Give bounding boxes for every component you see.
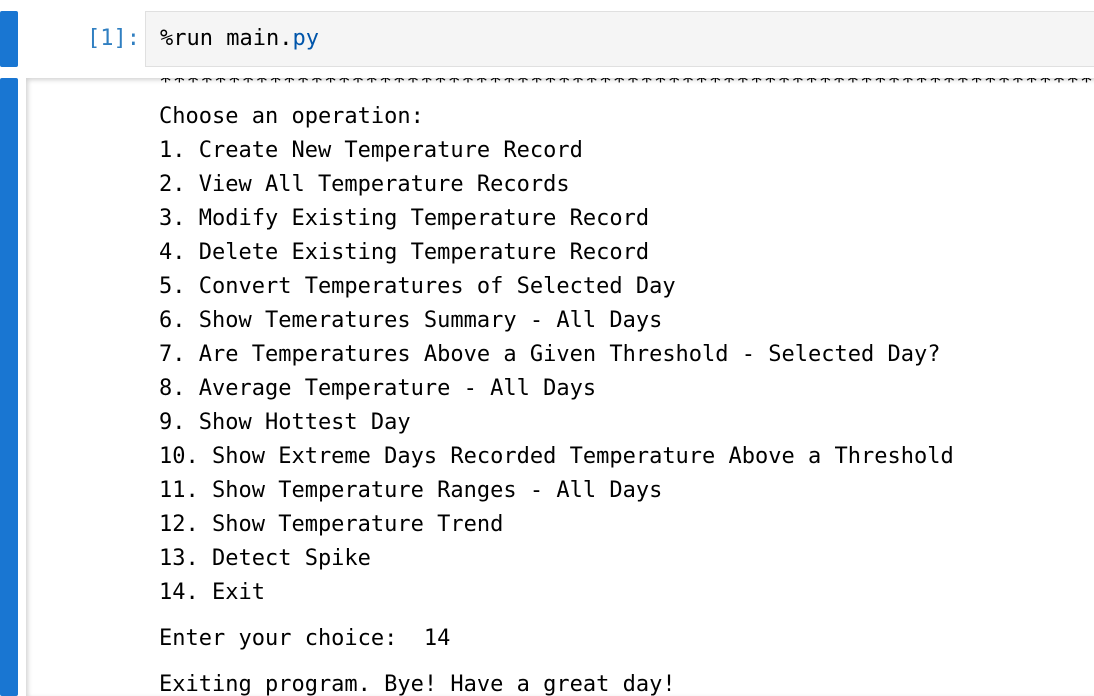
menu-list: 1. Create New Temperature Record 2. View … bbox=[159, 134, 954, 610]
code-line[interactable]: %run main.py bbox=[160, 25, 319, 53]
menu-item: 4. Delete Existing Temperature Record bbox=[159, 240, 650, 265]
menu-item: 8. Average Temperature - All Days bbox=[159, 376, 597, 401]
menu-item: 7. Are Temperatures Above a Given Thresh… bbox=[159, 342, 941, 367]
menu-item: 5. Convert Temperatures of Selected Day bbox=[159, 274, 676, 299]
output-collapse-bar[interactable] bbox=[0, 78, 18, 696]
menu-item: 6. Show Temeratures Summary - All Days bbox=[159, 308, 663, 333]
menu-heading: Choose an operation: bbox=[159, 104, 424, 129]
notebook-page: [1]: %run main.py **********************… bbox=[0, 0, 1094, 696]
menu-item: 12. Show Temperature Trend bbox=[159, 512, 504, 537]
menu-item: 10. Show Extreme Days Recorded Temperatu… bbox=[159, 444, 954, 469]
menu-item: 3. Modify Existing Temperature Record bbox=[159, 206, 650, 231]
active-cell-indicator[interactable] bbox=[0, 11, 18, 67]
exit-message: Exiting program. Bye! Have a great day! bbox=[159, 672, 676, 696]
separator-line: ****************************************… bbox=[159, 78, 1094, 95]
output-cell: ****************************************… bbox=[0, 78, 1094, 696]
code-extension: py bbox=[292, 26, 319, 51]
menu-item: 2. View All Temperature Records bbox=[159, 172, 570, 197]
menu-item: 14. Exit bbox=[159, 580, 265, 605]
code-editor[interactable]: %run main.py bbox=[145, 11, 1094, 67]
input-prompt: [1]: bbox=[87, 26, 140, 51]
menu-item: 1. Create New Temperature Record bbox=[159, 138, 583, 163]
menu-item: 9. Show Hottest Day bbox=[159, 410, 411, 435]
input-cell[interactable]: [1]: %run main.py bbox=[0, 11, 1094, 67]
output-area[interactable]: ****************************************… bbox=[26, 78, 1094, 696]
choice-prompt: Enter your choice: 14 bbox=[159, 626, 451, 651]
code-dot: . bbox=[279, 26, 293, 51]
code-magic: %run main bbox=[160, 26, 280, 51]
menu-item: 11. Show Temperature Ranges - All Days bbox=[159, 478, 663, 503]
menu-item: 13. Detect Spike bbox=[159, 546, 371, 571]
